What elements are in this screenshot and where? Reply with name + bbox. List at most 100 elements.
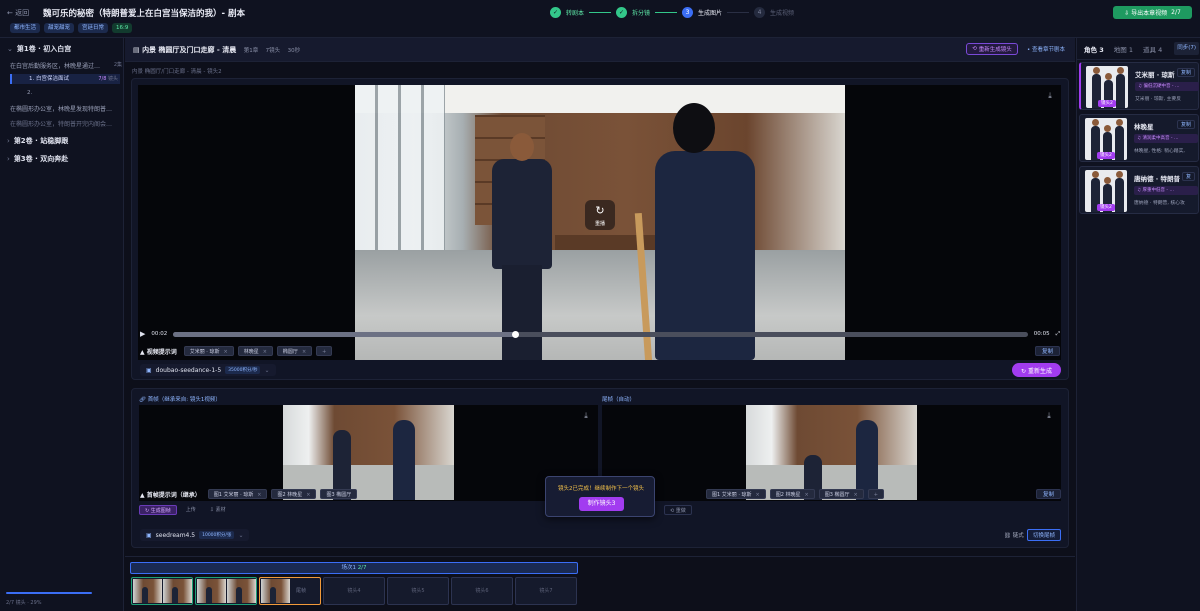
- step-1[interactable]: ✓ 转剧本: [550, 7, 584, 18]
- duration-time: 00:05: [1033, 331, 1050, 337]
- timeline-shot-1[interactable]: [131, 577, 193, 605]
- regenerate-shots-button[interactable]: ⟲ 重新生成镜头: [966, 43, 1018, 55]
- timeline-shot-4[interactable]: 镜头4: [323, 577, 385, 605]
- voice-tag[interactable]: ♫ 清润柔中高音 - …: [1134, 134, 1198, 143]
- tab-characters[interactable]: 角色 3: [1084, 44, 1104, 54]
- chevron-right-icon: ›: [7, 155, 10, 163]
- download-icon[interactable]: ⤓: [581, 411, 591, 421]
- link-icon: 🔗︎: [139, 397, 146, 403]
- copy-frame-prompt-button[interactable]: 复制: [1035, 489, 1061, 499]
- export-chapter-video-button[interactable]: ⇩ 导出本章视频 2/7: [1113, 6, 1192, 19]
- tab-props[interactable]: 道具 4: [1143, 44, 1162, 54]
- character-description: 艾米丽 · 琼斯, 主要反: [1135, 97, 1181, 102]
- prompt-chip[interactable]: 林晚星 ×: [237, 346, 273, 356]
- upload-button[interactable]: 上传: [181, 505, 201, 515]
- make-next-shot-button[interactable]: 制作镜头3: [579, 497, 624, 511]
- check-icon: ✓: [550, 7, 561, 18]
- close-icon[interactable]: ×: [224, 349, 228, 355]
- chapter-progress-bar: [6, 592, 92, 594]
- character-card[interactable]: 镜头2 唐纳德 · 特朗普 复 ♫ 厚重中低音 - … 唐纳德 · 特朗普, 核…: [1079, 166, 1199, 214]
- toast-message: 镜头2已完成！继续制作下一个镜头: [557, 486, 644, 492]
- chapter-progress-text: 2/7 镜头 · 29%: [6, 600, 42, 606]
- download-icon[interactable]: ⤓: [1045, 91, 1055, 101]
- close-icon[interactable]: ×: [302, 349, 306, 355]
- generate-frame-button[interactable]: ↻ 生成图帧: [139, 505, 177, 515]
- step-connector: [727, 12, 750, 13]
- timeline-shot-7[interactable]: 镜头7: [515, 577, 577, 605]
- prompt-chip[interactable]: 艾米丽 · 琼斯 ×: [183, 346, 234, 356]
- document-icon: ▤: [133, 46, 143, 54]
- close-icon[interactable]: ×: [263, 349, 267, 355]
- chain-toggle[interactable]: ⛓︎ 链式: [1004, 531, 1024, 539]
- switch-last-frame-button[interactable]: 切换尾帧: [1027, 529, 1061, 541]
- volume-2[interactable]: › 第2卷 · 站稳脚跟: [7, 136, 68, 146]
- video-model-select[interactable]: ▣ doubao-seedance-1-5 35000积分/秒 ⌄: [140, 364, 276, 376]
- scene-item-selected[interactable]: 1. 白宫保洁面试 7/8 镜头: [10, 74, 120, 84]
- prompt-chip[interactable]: 图3 椭圆厅: [320, 489, 358, 499]
- prompt-chip[interactable]: 图2 林晚星 ×: [769, 489, 815, 499]
- chevron-right-icon: ›: [7, 137, 10, 145]
- model-icon: ▣: [146, 366, 152, 374]
- scene-group-label[interactable]: 场次1 2/7: [130, 562, 578, 574]
- episode-item[interactable]: 在椭圆形办公室，林晚星发现特朗普…: [10, 104, 122, 113]
- copy-character-button[interactable]: 复制: [1176, 120, 1195, 129]
- video-progress-handle[interactable]: [512, 330, 520, 338]
- step-connector: [655, 12, 678, 13]
- view-chapter-script-link[interactable]: • 查看章节剧本: [1027, 45, 1065, 53]
- video-player[interactable]: ↻ 重播 ⤓: [138, 85, 1061, 360]
- volume-1[interactable]: ⌄ 第1卷 · 初入白宫: [7, 44, 71, 54]
- episode-item[interactable]: 在椭圆形办公室，特朗普开完内阁会…: [10, 119, 122, 128]
- character-portrait: 镜头2: [1086, 66, 1128, 108]
- character-card[interactable]: 镜头2 林晚星 复制 ♫ 清润柔中高音 - … 林晚星, 性格: 稍心踏实,: [1079, 114, 1199, 162]
- prompt-chip[interactable]: 椭圆厅 ×: [276, 346, 313, 356]
- close-icon[interactable]: ×: [805, 492, 809, 498]
- step-3[interactable]: 3 生成图片: [682, 7, 722, 18]
- close-icon[interactable]: ×: [257, 492, 261, 498]
- prompt-chip[interactable]: 图3 椭圆厅 ×: [818, 489, 864, 499]
- copy-character-button[interactable]: 复: [1181, 172, 1195, 181]
- assets-button[interactable]: ⇩ 素材: [205, 505, 231, 515]
- volume-3[interactable]: › 第3卷 · 双向奔赴: [7, 154, 68, 164]
- close-icon[interactable]: ×: [756, 492, 760, 498]
- replay-icon: ↻: [595, 204, 605, 217]
- timeline-shot-6[interactable]: 镜头6: [451, 577, 513, 605]
- video-controls: ▶ 00:02 00:05 ⤢: [140, 328, 1060, 340]
- timeline-shot-5[interactable]: 镜头5: [387, 577, 449, 605]
- close-icon[interactable]: ×: [306, 492, 310, 498]
- regenerate-video-button[interactable]: ↻ 重新生成: [1012, 363, 1061, 377]
- add-chip-button[interactable]: +: [316, 346, 333, 356]
- step-4[interactable]: 4 生成视频: [754, 7, 794, 18]
- current-time: 00:02: [151, 331, 168, 337]
- character-figure: [480, 133, 560, 360]
- timeline-shot-2[interactable]: [195, 577, 257, 605]
- episode-item[interactable]: 在白宫后勤服务区，林晚星通过… 2集: [10, 61, 122, 70]
- redo-button[interactable]: ⟲ 重做: [664, 505, 692, 515]
- replay-button[interactable]: ↻ 重播: [585, 200, 615, 230]
- back-button[interactable]: ← 返回: [7, 8, 29, 18]
- play-icon[interactable]: ▶: [140, 330, 145, 338]
- last-frame-label: 尾帧（自动）: [602, 397, 636, 403]
- character-card[interactable]: 镜头2 艾米丽 · 琼斯 复制 ♫ 偏低沉硬中音 - … 艾米丽 · 琼斯, 主…: [1079, 62, 1199, 110]
- copy-prompt-button[interactable]: 复制: [1034, 346, 1060, 356]
- step-2[interactable]: ✓ 拆分镜: [616, 7, 650, 18]
- completion-toast: 镜头2已完成！继续制作下一个镜头 制作镜头3: [545, 476, 655, 517]
- prompt-chip[interactable]: 图2 林晚星 ×: [271, 489, 317, 499]
- tab-maps[interactable]: 地图 1: [1114, 44, 1133, 54]
- voice-tag[interactable]: ♫ 厚重中低音 - …: [1134, 186, 1198, 195]
- scene-item[interactable]: 2.: [10, 88, 120, 98]
- shot-thumbnail: [197, 579, 226, 603]
- shot-thumbnail: [133, 579, 162, 603]
- shot-thumbnail: [163, 579, 192, 603]
- add-chip-button[interactable]: +: [867, 489, 884, 499]
- video-progress-track[interactable]: [173, 330, 1028, 338]
- prompt-chip[interactable]: 图1 艾米丽 · 琼斯 ×: [207, 489, 268, 499]
- copy-character-button[interactable]: 复制: [1176, 68, 1195, 77]
- sync-button[interactable]: 同步(7): [1174, 42, 1199, 55]
- image-model-select[interactable]: ▣ seedream4.5 10000积分/张 ⌄: [140, 529, 250, 541]
- download-icon[interactable]: ⤓: [1044, 411, 1054, 421]
- timeline-shot-3[interactable]: 尾帧: [259, 577, 321, 605]
- close-icon[interactable]: ×: [854, 492, 858, 498]
- fullscreen-icon[interactable]: ⤢: [1056, 331, 1060, 338]
- voice-tag[interactable]: ♫ 偏低沉硬中音 - …: [1135, 82, 1199, 91]
- prompt-chip[interactable]: 图1 艾米丽 · 琼斯 ×: [706, 489, 766, 499]
